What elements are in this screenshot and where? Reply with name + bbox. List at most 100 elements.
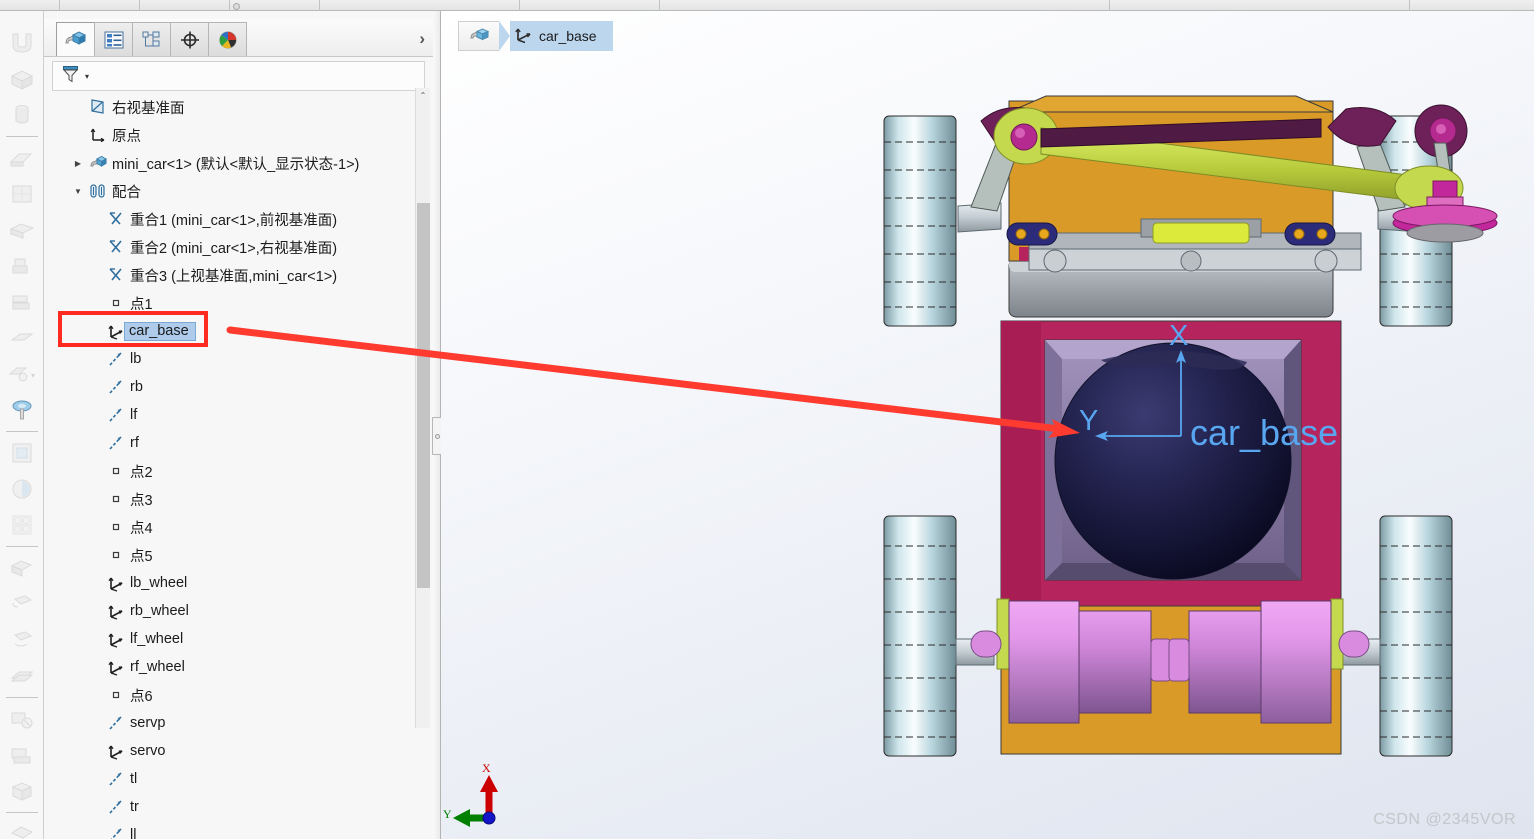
- axis-icon: [104, 826, 128, 839]
- tree-twisty-icon[interactable]: ▼: [70, 187, 86, 196]
- tree-item-12[interactable]: lf: [52, 401, 425, 429]
- tree-item-17[interactable]: 点5: [52, 541, 425, 569]
- lofted-cut-icon[interactable]: [0, 320, 44, 356]
- revolve-boss-icon[interactable]: [0, 97, 44, 133]
- lofted-boss-icon[interactable]: [0, 176, 44, 212]
- draft-icon[interactable]: [0, 701, 44, 737]
- tree-item-1[interactable]: 右视基准面: [52, 93, 425, 121]
- tree-item-label: lf_wheel: [130, 631, 184, 647]
- tree-item-14[interactable]: 点2: [52, 457, 425, 485]
- tree-filter-input[interactable]: [89, 68, 424, 84]
- tree-item-label: 点6: [130, 688, 153, 705]
- swept-boss-icon[interactable]: [0, 140, 44, 176]
- tree-item-label: 点1: [130, 296, 153, 313]
- sketch-fillet-icon[interactable]: [0, 25, 44, 61]
- tree-item-10[interactable]: lb: [52, 345, 425, 373]
- dimxpert-manager-tab[interactable]: [170, 22, 209, 56]
- property-manager-tab[interactable]: [94, 22, 133, 56]
- extruded-cut-icon[interactable]: [0, 212, 44, 248]
- graphics-viewport[interactable]: car_base X Y car_base X Y CSDN @2345VOR: [441, 11, 1534, 839]
- orientation-triad[interactable]: X Y: [441, 758, 551, 833]
- axis-icon: [104, 406, 128, 424]
- dome-icon[interactable]: [0, 773, 44, 809]
- expand-tabs-chevron[interactable]: ›: [419, 29, 425, 49]
- tree-item-27[interactable]: ll: [52, 821, 425, 839]
- tree-item-22[interactable]: 点6: [52, 681, 425, 709]
- instant3d-icon[interactable]: [0, 550, 44, 586]
- tree-item-label: 点4: [130, 520, 153, 537]
- tree-item-label: 右视基准面: [112, 100, 185, 117]
- tree-item-label: rf_wheel: [130, 659, 185, 675]
- curves-icon[interactable]: [0, 507, 44, 543]
- tree-item-label: servo: [130, 743, 166, 759]
- car-model-3d[interactable]: X Y car_base: [441, 11, 1534, 839]
- reference-geometry-icon[interactable]: [0, 392, 44, 428]
- rail-separator: [5, 546, 38, 547]
- tree-twisty-icon[interactable]: ▶: [70, 159, 86, 168]
- scroll-up-arrow-icon[interactable]: ⌃: [416, 88, 430, 103]
- tree-item-6[interactable]: 重合2 (mini_car<1>,右视基准面): [52, 233, 425, 261]
- tree-item-label: ll: [130, 827, 137, 839]
- panel-splitter[interactable]: [432, 11, 442, 839]
- tree-item-23[interactable]: servp: [52, 709, 425, 737]
- rib-icon[interactable]: [0, 658, 44, 694]
- tree-item-21[interactable]: rf_wheel: [52, 653, 425, 681]
- wrap-icon[interactable]: [0, 816, 44, 839]
- origin-icon: [86, 126, 110, 144]
- svg-text:▾: ▾: [31, 371, 35, 380]
- tree-item-24[interactable]: servo: [52, 737, 425, 765]
- hole-wizard-icon[interactable]: ▾: [0, 356, 44, 392]
- tree-item-26[interactable]: tr: [52, 793, 425, 821]
- tree-item-19[interactable]: rb_wheel: [52, 597, 425, 625]
- extrude-boss-icon[interactable]: [0, 61, 44, 97]
- move-face-icon[interactable]: [0, 586, 44, 622]
- car-base-3d-label: car_base: [1190, 412, 1338, 453]
- tree-item-5[interactable]: 重合1 (mini_car<1>,前视基准面): [52, 205, 425, 233]
- tree-item-2[interactable]: 原点: [52, 121, 425, 149]
- tree-item-13[interactable]: rf: [52, 429, 425, 457]
- tree-filter-bar[interactable]: ▾: [52, 61, 425, 91]
- rail-separator: [5, 697, 38, 698]
- wheel-rear-left: [883, 515, 957, 757]
- tree-item-11[interactable]: rb: [52, 373, 425, 401]
- feature-manager-tab[interactable]: [56, 22, 95, 56]
- display-manager-tab[interactable]: [208, 22, 247, 56]
- point-icon: [104, 549, 128, 561]
- front-chassis-top: [1008, 95, 1334, 113]
- mirror-icon[interactable]: [0, 471, 44, 507]
- tree-item-label: 重合2 (mini_car<1>,右视基准面): [130, 240, 338, 257]
- tree-item-4[interactable]: ▼ 配合: [52, 177, 425, 205]
- tree-item-15[interactable]: 点3: [52, 485, 425, 513]
- tree-item-9[interactable]: car_base: [52, 317, 425, 345]
- tree-item-20[interactable]: lf_wheel: [52, 625, 425, 653]
- coincident-icon: [104, 266, 128, 284]
- revolved-cut-icon[interactable]: [0, 248, 44, 284]
- feature-tree[interactable]: 右视基准面 原点 ▶ mini_car<1> (默认<默认_显示状态-1>) ▼ 配合 重合…: [52, 93, 425, 839]
- flex-icon[interactable]: [0, 622, 44, 658]
- shell-icon[interactable]: [0, 737, 44, 773]
- body-left-shade: [1001, 321, 1041, 606]
- tree-item-8[interactable]: 点1: [52, 289, 425, 317]
- axis-icon: [104, 798, 128, 816]
- toolbar-drag-handle[interactable]: [233, 3, 240, 10]
- triad-label-y: Y: [443, 807, 452, 821]
- tree-item-25[interactable]: tl: [52, 765, 425, 793]
- point-icon: [104, 521, 128, 533]
- tree-item-16[interactable]: 点4: [52, 513, 425, 541]
- swept-cut-icon[interactable]: [0, 284, 44, 320]
- rail-separator: [5, 812, 38, 813]
- scrollbar-thumb[interactable]: [417, 203, 430, 588]
- bracket-left: [1006, 222, 1058, 246]
- feature-tree-scrollbar[interactable]: ⌃: [415, 88, 430, 728]
- tree-item-label: lb_wheel: [130, 575, 188, 591]
- linear-pattern-icon[interactable]: [0, 435, 44, 471]
- tree-item-18[interactable]: lb_wheel: [52, 569, 425, 597]
- point-icon: [104, 465, 128, 477]
- top-toolbar-strip: [0, 0, 1534, 11]
- tree-item-label: lb: [130, 351, 142, 367]
- configuration-manager-tab[interactable]: [132, 22, 171, 56]
- tree-item-3[interactable]: ▶ mini_car<1> (默认<默认_显示状态-1>): [52, 149, 425, 177]
- tree-item-7[interactable]: 重合3 (上视基准面,mini_car<1>): [52, 261, 425, 289]
- axis-icon: [104, 378, 128, 396]
- coordinate-system-icon: [104, 603, 128, 620]
